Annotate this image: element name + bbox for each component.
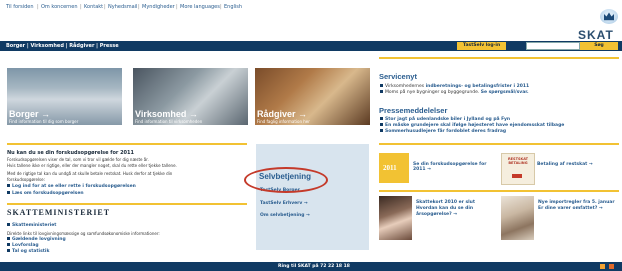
separator: | bbox=[37, 4, 39, 10]
presse-text: Sommerhusudlejere får fordoblet deres fr… bbox=[385, 129, 507, 134]
forskud-login-link[interactable]: Log ind for at se eller rette i forskuds… bbox=[7, 184, 136, 189]
skatteministeriet-link[interactable]: Skatteministeriet bbox=[7, 223, 56, 228]
mlink-lovforslag[interactable]: Lovforslag bbox=[7, 243, 39, 248]
link-label: Læs om forskudsopgørelsen bbox=[12, 191, 84, 196]
forskud-heading: Nu kan du se din forskudsopgørelse for 2… bbox=[7, 150, 134, 156]
link-om-koncernen[interactable]: Om koncernen bbox=[41, 4, 78, 10]
link-english[interactable]: English bbox=[224, 4, 242, 10]
tile-import-link[interactable]: Nye importregler fra 5. januar Er dine v… bbox=[538, 200, 618, 212]
servicenyt-bold: indberetnings- og betalingsfrister i 201… bbox=[425, 84, 530, 89]
separator: | bbox=[104, 4, 106, 10]
separator: | bbox=[220, 4, 222, 10]
divider bbox=[7, 203, 247, 205]
separator: | bbox=[176, 4, 178, 10]
search-button[interactable]: Søg bbox=[580, 42, 618, 50]
tile-2011-badge-text: 2011 bbox=[383, 164, 397, 172]
servicenyt-item[interactable]: Moms på nye bygninger og byggegrunde. Se… bbox=[380, 90, 529, 95]
presse-text: Stor jagt på udenlandske biler i Jylland… bbox=[385, 117, 511, 122]
hero-borger-title: Borger → bbox=[9, 109, 51, 119]
forskud-text: Forskudsopgørelsen viser de tal, som vi … bbox=[7, 157, 149, 162]
tile-import-image[interactable] bbox=[501, 196, 534, 240]
mlink-statistik[interactable]: Tal og statistik bbox=[7, 249, 49, 254]
presse-item[interactable]: Sommerhusudlejere får fordoblet deres fr… bbox=[380, 129, 506, 134]
highlight-circle bbox=[244, 167, 328, 193]
divider bbox=[379, 190, 619, 192]
divider bbox=[379, 57, 619, 59]
link-myndigheder[interactable]: Myndigheder bbox=[142, 4, 175, 10]
link-til-forsiden[interactable]: Til forsiden bbox=[6, 4, 34, 10]
link-more-languages[interactable]: More languages bbox=[180, 4, 220, 10]
tile-restskat-link[interactable]: Betaling af restskat → bbox=[537, 162, 617, 167]
hero-virksomhed-title: Virksomhed → bbox=[135, 109, 198, 119]
bullet-icon bbox=[380, 90, 383, 93]
tile-skattekort-image[interactable] bbox=[379, 196, 412, 240]
divider bbox=[379, 143, 619, 145]
forskud-text: Hvis tallene ikke er rigtige, eller der … bbox=[7, 163, 177, 168]
link-label: Log ind for at se eller rette i forskuds… bbox=[12, 184, 136, 189]
tile-restskat-badge-text: RESTSKAT BETALING bbox=[507, 157, 529, 165]
top-navigation: Til forsiden | Om koncernen | Kontakt | … bbox=[0, 0, 622, 14]
tastselv-login-label: TastSelv log-in bbox=[463, 43, 501, 48]
tile-forskud-link[interactable]: Se din forskudsopgørelse for 2011 → bbox=[413, 162, 493, 172]
bullet-icon bbox=[380, 84, 383, 87]
skat-logo[interactable]: SKAT bbox=[578, 28, 614, 42]
bullet-icon bbox=[7, 237, 10, 240]
forskud-text: forskudsopgørelse: bbox=[7, 177, 45, 182]
om-selvbetjening-link[interactable]: Om selvbetjening → bbox=[260, 213, 310, 218]
presse-item[interactable]: Stor jagt på udenlandske biler i Jylland… bbox=[380, 117, 510, 122]
servicenyt-text: Virksomhedernes bbox=[385, 84, 426, 89]
skatteministeriet-logo[interactable]: SKATTEMINISTERIET bbox=[7, 208, 110, 217]
link-kontakt[interactable]: Kontakt bbox=[84, 4, 103, 10]
separator: | bbox=[80, 4, 82, 10]
tastselv-erhverv-link[interactable]: TastSelv Erhverv → bbox=[260, 201, 308, 206]
flag-icon bbox=[512, 174, 522, 178]
servicenyt-title: Servicenyt bbox=[379, 72, 417, 81]
hero-virksomhed[interactable]: Virksomhed → Find information til virkso… bbox=[133, 68, 248, 125]
presse-text: En måske grundejere skal ifølge højester… bbox=[385, 123, 565, 128]
bullet-icon bbox=[7, 191, 10, 194]
forskud-text: Med de rigtige tal kan du undgå at skull… bbox=[7, 171, 173, 176]
footer-bar: Ring til SKAT på 72 22 18 18 bbox=[0, 262, 622, 271]
hero-virksomhed-subtitle: Find information til virksomheden bbox=[135, 119, 203, 124]
selvbetjening-panel: Selvbetjening TastSelv Borger TastSelv E… bbox=[256, 144, 369, 250]
link-label: Tal og statistik bbox=[12, 249, 50, 254]
servicenyt-bold: Se spørgsmål/svar. bbox=[480, 90, 529, 95]
divider bbox=[7, 143, 247, 145]
hero-raadgiver[interactable]: Rådgiver → Find faglig information her bbox=[255, 68, 370, 125]
servicenyt-item[interactable]: Virksomhedernes indberetnings- og betali… bbox=[380, 84, 529, 89]
separator: | bbox=[138, 4, 140, 10]
bullet-icon bbox=[380, 117, 383, 120]
link-label: Lovforslag bbox=[12, 243, 39, 248]
hero-raadgiver-title: Rådgiver → bbox=[257, 109, 308, 119]
presse-item[interactable]: En måske grundejere skal ifølge højester… bbox=[380, 123, 564, 128]
hero-borger-subtitle: Find information til dig som borger bbox=[9, 119, 79, 124]
tile-restskat-badge[interactable]: RESTSKAT BETALING bbox=[501, 153, 535, 185]
mlink-gaeldende[interactable]: Gældende lovgivning bbox=[7, 237, 66, 242]
bullet-icon bbox=[7, 249, 10, 252]
rss-icon[interactable] bbox=[600, 264, 605, 269]
servicenyt-text: Moms på nye bygninger og byggegrunde. bbox=[385, 90, 481, 95]
tastselv-login-button[interactable]: TastSelv log-in bbox=[457, 42, 507, 50]
hero-raadgiver-subtitle: Find faglig information her bbox=[257, 119, 310, 124]
link-label: Gældende lovgivning bbox=[12, 237, 66, 242]
link-nyhedsmail[interactable]: Nyhedsmail bbox=[108, 4, 137, 10]
section-links[interactable]: Borger | Virksomhed | Rådgiver | Presse bbox=[6, 43, 119, 49]
bullet-icon bbox=[7, 223, 10, 226]
presse-title: Pressemeddelelser bbox=[379, 106, 448, 115]
tile-skattekort-link[interactable]: Skattekort 2010 er slut Hvordan kan du s… bbox=[416, 200, 496, 218]
main-navbar: Borger | Virksomhed | Rådgiver | Presse … bbox=[0, 41, 622, 51]
bullet-icon bbox=[380, 123, 383, 126]
footer-phone-text: Ring til SKAT på 72 22 18 18 bbox=[278, 264, 350, 269]
bullet-icon bbox=[7, 184, 10, 187]
tile-2011-badge[interactable]: 2011 bbox=[379, 153, 409, 183]
bullet-icon bbox=[7, 243, 10, 246]
forskud-read-link[interactable]: Læs om forskudsopgørelsen bbox=[7, 191, 84, 196]
share-icon[interactable] bbox=[609, 264, 614, 269]
link-label: Skatteministeriet bbox=[12, 223, 57, 228]
bullet-icon bbox=[380, 129, 383, 132]
crown-icon bbox=[600, 9, 618, 24]
ministry-text: Direkte links til lovgivningsmæssige og … bbox=[7, 231, 160, 236]
hero-borger[interactable]: Borger → Find information til dig som bo… bbox=[7, 68, 122, 125]
search-input[interactable] bbox=[526, 42, 580, 50]
